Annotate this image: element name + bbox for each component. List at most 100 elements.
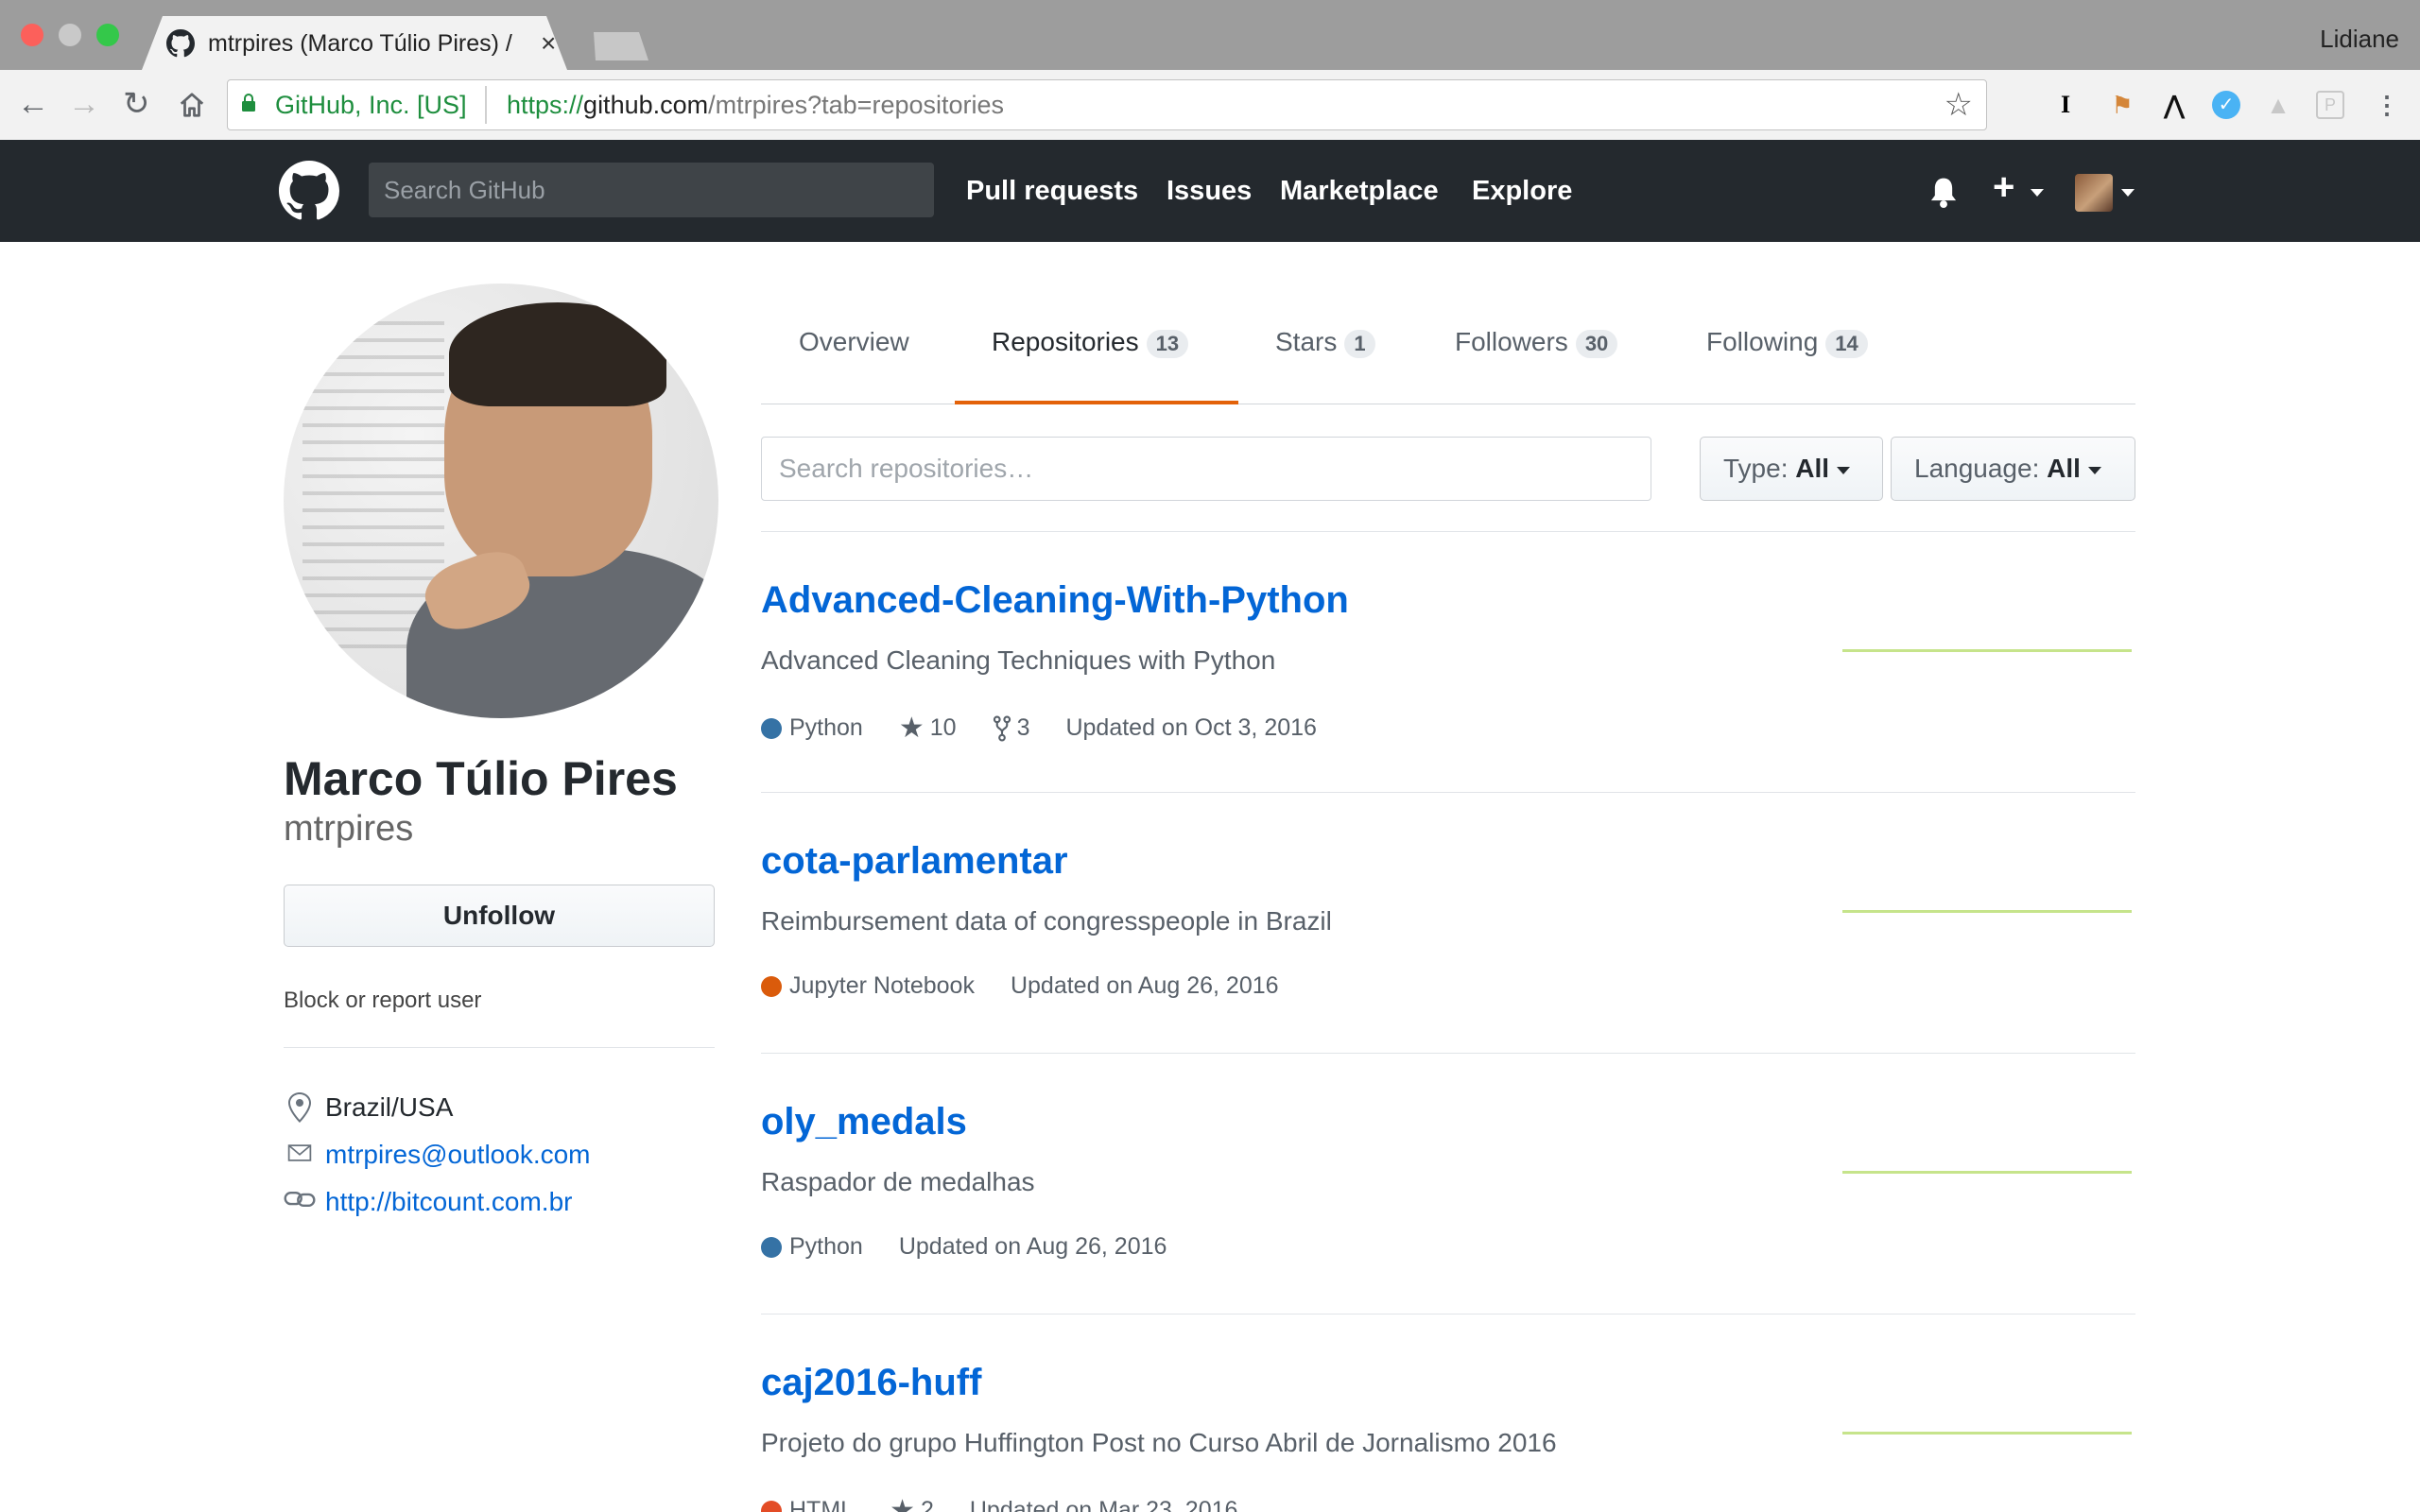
github-header: Search GitHub Pull requests Issues Marke… <box>0 140 2420 242</box>
activity-sparkline <box>1842 649 2132 652</box>
nav-marketplace[interactable]: Marketplace <box>1280 176 1439 207</box>
nav-explore[interactable]: Explore <box>1472 176 1572 207</box>
link-icon <box>284 1192 316 1207</box>
github-logo-icon[interactable] <box>279 161 339 221</box>
tab-overview[interactable]: Overview <box>799 327 909 357</box>
language-color-dot <box>761 1500 782 1512</box>
repo-list-item: oly_medals Raspador de medalhas Python U… <box>761 1054 2135 1314</box>
repo-meta: Jupyter Notebook Updated on Aug 26, 2016 <box>761 972 1315 1000</box>
repo-stars-link[interactable]: ★ 2 <box>890 1494 934 1512</box>
language-name: Python <box>789 1233 863 1260</box>
repo-updated: Updated on Aug 26, 2016 <box>898 1233 1167 1260</box>
profile-avatar <box>284 284 718 718</box>
create-new-plus-icon[interactable]: + <box>1993 168 2014 206</box>
instapaper-extension-icon[interactable]: I <box>2051 91 2080 119</box>
tab-repositories[interactable]: Repositories 13 <box>992 327 1189 358</box>
activity-sparkline <box>1842 1171 2132 1174</box>
user-menu-caret-icon[interactable] <box>2121 189 2135 197</box>
lock-icon <box>242 94 255 112</box>
star-count: 10 <box>929 714 957 741</box>
language-filter-dropdown[interactable]: Language: All <box>1891 437 2135 501</box>
repo-description: Reimbursement data of congresspeople in … <box>761 906 1332 936</box>
location-pin-icon <box>288 1092 311 1123</box>
unfollow-button[interactable]: Unfollow <box>284 885 715 947</box>
user-avatar[interactable] <box>2075 174 2113 212</box>
bookmark-star-icon[interactable]: ☆ <box>1945 86 1973 124</box>
tab-title: mtrpires (Marco Túlio Pires) / R <box>208 30 520 57</box>
vcard-location: Brazil/USA <box>284 1092 453 1129</box>
reload-icon[interactable]: ↻ <box>123 87 150 121</box>
block-report-link[interactable]: Block or report user <box>284 988 481 1014</box>
website-link[interactable]: http://bitcount.com.br <box>325 1187 572 1217</box>
language-color-dot <box>761 717 782 739</box>
tab-counter: 1 <box>1344 330 1375 358</box>
new-tab-button[interactable] <box>594 32 648 60</box>
repo-meta: Python ★ 10 3 Updated on Oct 3, 2016 <box>761 712 1353 745</box>
tab-label: Followers <box>1455 327 1568 356</box>
repo-description: Projeto do grupo Huffington Post no Curs… <box>761 1428 1557 1457</box>
feedly-extension-icon[interactable]: ⋀ <box>2160 91 2188 119</box>
language-name: Python <box>789 714 863 741</box>
location-text: Brazil/USA <box>325 1092 454 1122</box>
secure-origin-label: GitHub, Inc. [US] <box>275 91 467 119</box>
browser-tabstrip: mtrpires (Marco Túlio Pires) / R × Lidia… <box>0 0 2420 70</box>
repo-name-link[interactable]: cota-parlamentar <box>761 840 1068 883</box>
tab-close-icon[interactable]: × <box>541 28 556 59</box>
bird-extension-icon[interactable]: ✓ <box>2212 91 2240 119</box>
back-arrow-icon[interactable]: ← <box>17 87 49 121</box>
repo-updated: Updated on Oct 3, 2016 <box>1065 714 1317 741</box>
repo-description: Advanced Cleaning Techniques with Python <box>761 645 1276 675</box>
url-scheme: https:// <box>507 91 584 119</box>
url-path: /mtrpires?tab=repositories <box>708 91 1005 119</box>
tab-counter: 30 <box>1575 330 1618 358</box>
type-filter-dropdown[interactable]: Type: All <box>1700 437 1883 501</box>
profile-username: mtrpires <box>284 809 414 849</box>
fork-count: 3 <box>1016 714 1030 741</box>
drive-extension-icon[interactable]: ▲ <box>2264 91 2292 119</box>
email-link[interactable]: mtrpires@outlook.com <box>325 1140 591 1170</box>
nav-issues[interactable]: Issues <box>1167 176 1252 207</box>
type-filter-value: All <box>1795 454 1830 483</box>
language-filter-label: Language: <box>1914 454 2040 483</box>
repo-name-link[interactable]: oly_medals <box>761 1101 967 1143</box>
repo-language: Jupyter Notebook <box>761 972 975 1000</box>
chevron-down-icon <box>1837 466 1851 474</box>
tab-stars[interactable]: Stars 1 <box>1275 327 1375 358</box>
profile-full-name: Marco Túlio Pires <box>284 752 678 805</box>
url-text[interactable]: https://github.com/mtrpires?tab=reposito… <box>507 91 1004 120</box>
language-filter-value: All <box>2047 454 2081 483</box>
bookmark-extension-icon[interactable]: ⚑ <box>2108 91 2136 119</box>
language-color-dot <box>761 975 782 997</box>
repo-stars-link[interactable]: ★ 10 <box>899 712 957 745</box>
language-color-dot <box>761 1236 782 1258</box>
minimize-window-button[interactable] <box>59 24 81 46</box>
vcard-email: mtrpires@outlook.com <box>284 1140 591 1173</box>
nav-pull-requests[interactable]: Pull requests <box>966 176 1138 207</box>
repo-name-link[interactable]: Advanced-Cleaning-With-Python <box>761 579 1349 622</box>
tab-followers[interactable]: Followers 30 <box>1455 327 1618 358</box>
create-new-caret-icon[interactable] <box>2031 189 2044 197</box>
activity-sparkline <box>1842 1432 2132 1435</box>
github-search-input[interactable]: Search GitHub <box>369 163 934 217</box>
language-name: HTML <box>789 1497 855 1512</box>
browser-profile-name[interactable]: Lidiane <box>2320 25 2399 54</box>
notifications-bell-icon[interactable] <box>1928 176 1959 208</box>
repo-name-link[interactable]: caj2016-huff <box>761 1362 981 1404</box>
home-icon[interactable] <box>178 91 206 119</box>
address-bar[interactable]: GitHub, Inc. [US] https://github.com/mtr… <box>227 79 1987 130</box>
forward-arrow-icon[interactable]: → <box>68 87 100 121</box>
pocket-extension-icon[interactable]: P <box>2316 91 2344 119</box>
repository-search-input[interactable]: Search repositories… <box>761 437 1651 501</box>
repo-list-item: caj2016-huff Projeto do grupo Huffington… <box>761 1314 2135 1512</box>
star-icon: ★ <box>890 1495 915 1512</box>
fork-icon <box>993 715 1011 741</box>
repo-forks-link[interactable]: 3 <box>993 714 1030 742</box>
close-window-button[interactable] <box>21 24 43 46</box>
mail-icon <box>287 1144 312 1161</box>
selected-tab-indicator <box>955 401 1238 404</box>
browser-menu-icon[interactable]: ⋮ <box>2373 91 2401 119</box>
star-icon: ★ <box>898 713 925 744</box>
browser-toolbar: ← → ↻ GitHub, Inc. [US] https://github.c… <box>0 70 2420 141</box>
zoom-window-button[interactable] <box>96 24 119 46</box>
tab-following[interactable]: Following 14 <box>1706 327 1868 358</box>
